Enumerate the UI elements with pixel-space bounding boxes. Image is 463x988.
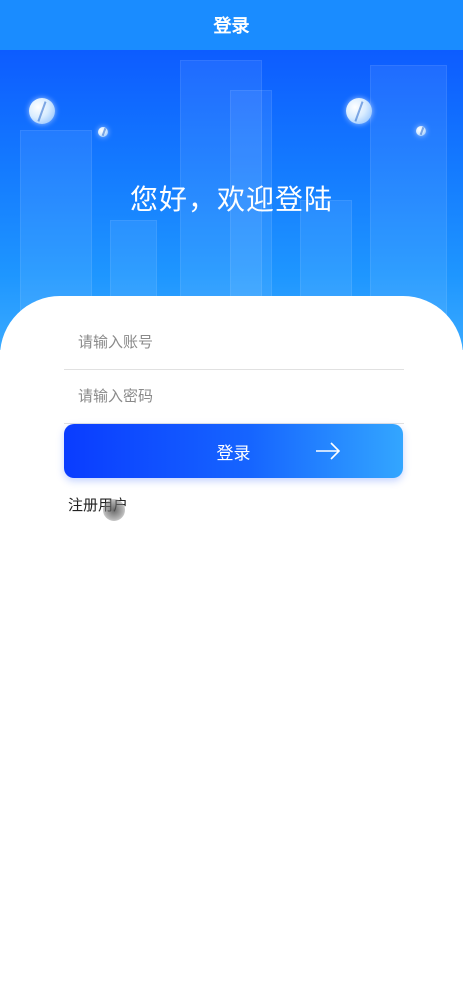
globe-icon [346,98,372,124]
login-button-label: 登录 [216,443,251,464]
password-field [64,369,404,424]
globe-icon [416,126,426,136]
login-page: 登录 您好，欢迎登陆 登录 注册用户 [0,0,463,988]
welcome-heading: 您好，欢迎登陆 [129,183,333,216]
top-navigation-bar: 登录 [0,0,463,50]
page-title: 登录 [213,16,250,37]
globe-icon [29,98,55,124]
touch-cursor-indicator [103,499,125,521]
account-input[interactable] [64,332,404,352]
account-field [64,315,404,370]
arrow-right-icon [316,442,341,460]
login-button[interactable]: 登录 [64,424,403,478]
password-input[interactable] [64,386,404,406]
globe-icon [98,127,108,137]
